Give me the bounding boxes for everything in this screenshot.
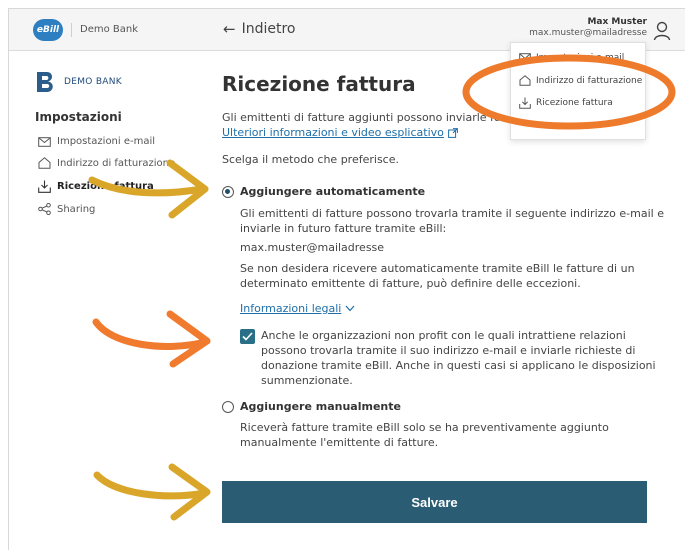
checkbox-text-line3: donazione tramite eBill. Anche in questi…: [261, 359, 656, 372]
sidebar-item-billing-address[interactable]: Indirizzo di fatturazione: [38, 157, 175, 169]
choose-method-text: Scelga il metodo che preferisce.: [222, 153, 399, 166]
nonprofit-checkbox[interactable]: [240, 329, 255, 344]
dropdown-item-label: Ricezione fattura: [536, 98, 613, 108]
page-title: Ricezione fattura: [222, 72, 416, 96]
envelope-icon: [519, 53, 531, 63]
auto-desc-line1: Gli emittenti di fatture possono trovarl…: [240, 207, 664, 220]
sidebar-item-invoice-reception[interactable]: Ricezione fattura: [38, 180, 154, 193]
checkmark-icon: [242, 332, 253, 341]
user-email: max.muster@mailadresse: [529, 28, 647, 38]
home-icon: [519, 75, 531, 86]
home-icon: [38, 157, 51, 169]
ebill-logo: eBill: [33, 19, 63, 41]
bank-logo-text: DEMO BANK: [64, 77, 122, 87]
external-link-icon: [447, 127, 458, 138]
legal-info-link[interactable]: Informazioni legali: [240, 301, 355, 316]
auto-exception-line2: determinato emittente di fatture, può de…: [240, 277, 581, 290]
dropdown-item-label: Impostazioni e-mail: [536, 53, 625, 63]
bank-name: Demo Bank: [71, 23, 138, 37]
sidebar-item-email-settings[interactable]: Impostazioni e-mail: [38, 136, 155, 147]
sidebar-item-sharing[interactable]: Sharing: [38, 203, 95, 215]
share-icon: [38, 203, 51, 215]
checkbox-text-line2: possono trovarla tramite il suo indirizz…: [261, 344, 636, 357]
info-link[interactable]: Ulteriori informazioni e video esplicati…: [222, 125, 458, 140]
download-icon: [519, 97, 531, 109]
radio-manual-label[interactable]: Aggiungere manualmente: [240, 400, 401, 413]
dropdown-item-email-settings[interactable]: Impostazioni e-mail: [519, 53, 624, 63]
checkbox-text-line4: summenzionate.: [261, 374, 353, 387]
checkbox-text-line1: Anche le organizzazioni non profit con l…: [261, 329, 626, 342]
user-dropdown-menu: Impostazioni e-mail Indirizzo di fattura…: [510, 42, 646, 140]
auto-desc-line2: inviarle in futuro fatture tramite eBill…: [240, 222, 447, 235]
sidebar-item-label: Indirizzo di fatturazione: [57, 157, 176, 169]
sidebar-item-label: Ricezione fattura: [57, 181, 154, 192]
demo-bank-logo: DEMO BANK: [36, 71, 122, 93]
sidebar-item-label: Sharing: [57, 203, 96, 215]
dropdown-item-billing-address[interactable]: Indirizzo di fatturazione: [519, 75, 642, 86]
user-name: Max Muster: [587, 17, 647, 27]
download-icon: [38, 180, 51, 193]
manual-desc-line1: Riceverà fatture tramite eBill solo se h…: [240, 421, 609, 434]
auto-email: max.muster@mailadresse: [240, 241, 385, 254]
envelope-icon: [38, 136, 51, 147]
sidebar-title: Impostazioni: [35, 110, 122, 124]
user-info[interactable]: Max Muster max.muster@mailadresse: [529, 17, 647, 39]
radio-auto-label[interactable]: Aggiungere automaticamente: [240, 185, 425, 198]
manual-desc-line2: manualmente l'emittente di fatture.: [240, 436, 439, 449]
chevron-down-icon: [345, 305, 355, 312]
back-label: Indietro: [241, 21, 296, 37]
auto-exception-line1: Se non desidera ricevere automaticamente…: [240, 262, 635, 275]
info-link-label: Ulteriori informazioni e video esplicati…: [222, 126, 444, 139]
radio-auto[interactable]: [222, 186, 234, 198]
legal-info-label: Informazioni legali: [240, 302, 342, 315]
back-button[interactable]: ← Indietro: [223, 20, 295, 38]
user-icon[interactable]: [653, 21, 671, 41]
sidebar-item-label: Impostazioni e-mail: [57, 136, 156, 147]
radio-manual[interactable]: [222, 401, 234, 413]
dropdown-item-invoice-reception[interactable]: Ricezione fattura: [519, 97, 613, 109]
dropdown-item-label: Indirizzo di fatturazione: [536, 75, 643, 86]
arrow-left-icon: ←: [223, 20, 236, 38]
bank-logo-mark: [37, 72, 53, 92]
save-button[interactable]: Salvare: [222, 481, 647, 523]
intro-text: Gli emittenti di fatture aggiunti posson…: [222, 111, 501, 124]
